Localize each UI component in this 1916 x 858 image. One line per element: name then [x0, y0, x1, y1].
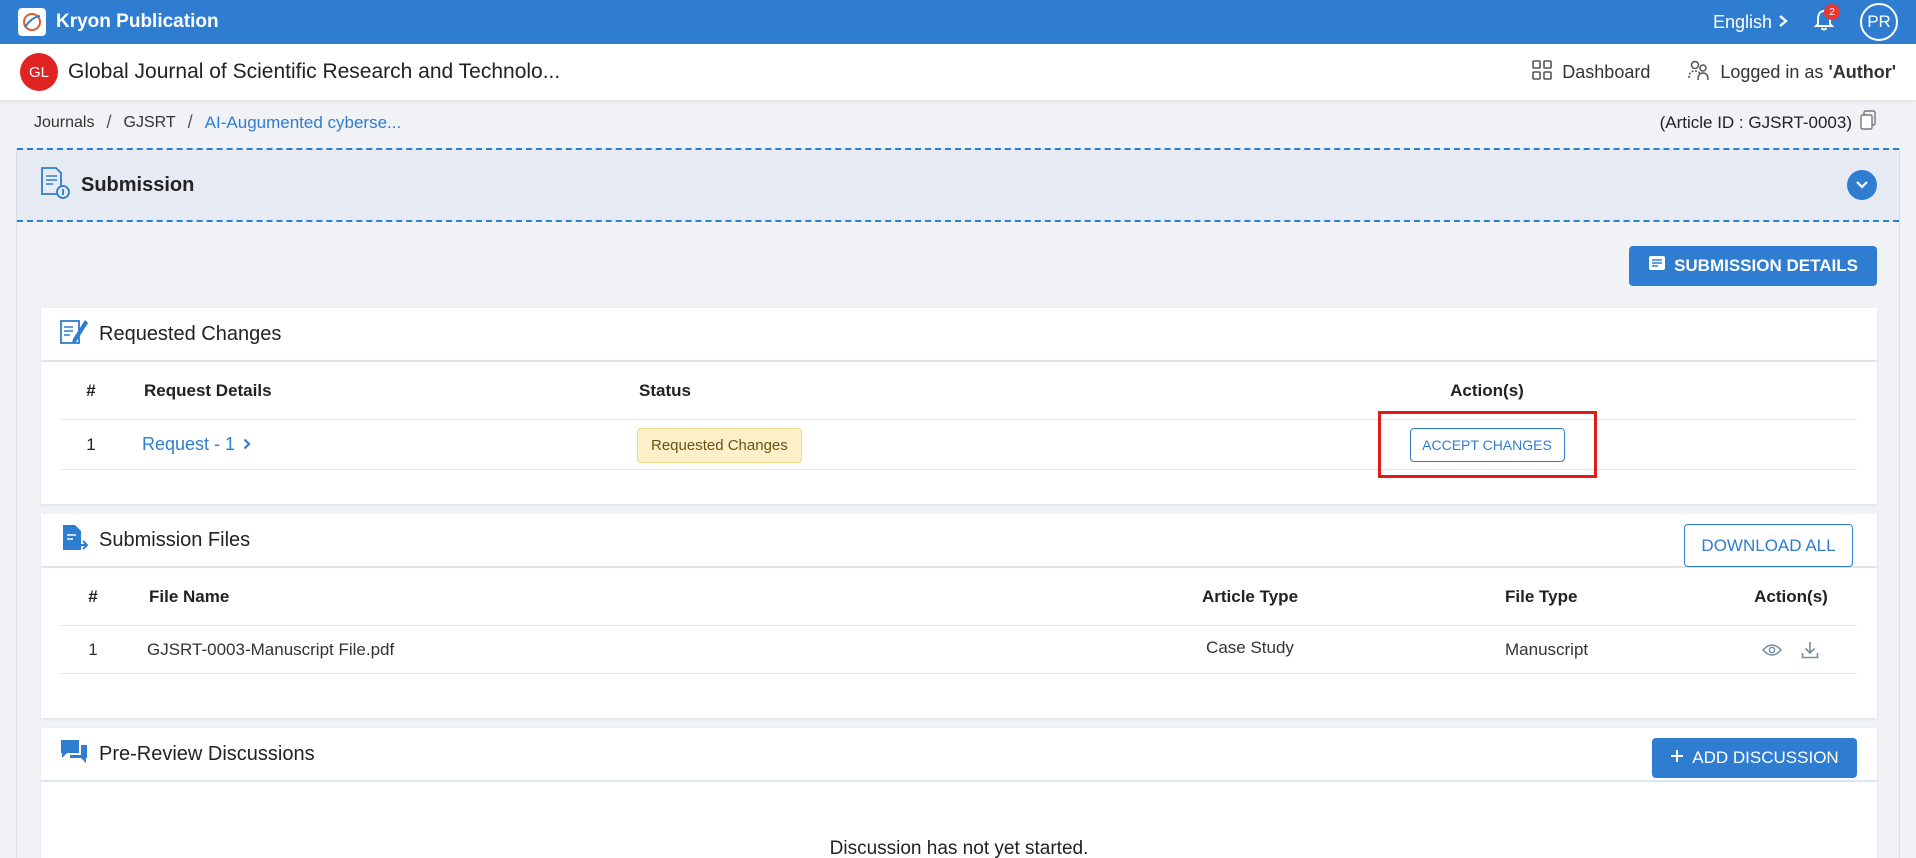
grid-icon: [1532, 59, 1553, 85]
submission-title: Submission: [81, 173, 195, 196]
submission-header[interactable]: Submission: [17, 148, 1899, 222]
notifications-button[interactable]: 2: [1810, 4, 1840, 36]
download-icon[interactable]: [1798, 638, 1822, 662]
table-row: 1 GJSRT-0003-Manuscript File.pdf Case St…: [61, 626, 1857, 674]
message-icon: [1648, 255, 1666, 278]
requested-changes-table: # Request Details Status Action(s) 1 Req…: [61, 362, 1857, 478]
journal-badge: GL: [20, 53, 58, 91]
dashboard-label: Dashboard: [1562, 61, 1651, 82]
pre-review-discussions-card: Pre-Review Discussions ADD DISCUSSION Di…: [41, 728, 1877, 858]
table-row: 1 Request - 1 Requested Changes ACCEPT C…: [61, 411, 1857, 478]
breadcrumb-journals[interactable]: Journals: [34, 114, 94, 132]
notification-badge: 2: [1824, 4, 1840, 20]
file-type: Manuscript: [1505, 639, 1589, 659]
column-header: File Name: [149, 586, 230, 606]
requested-changes-card: Requested Changes # Request Details Stat…: [41, 308, 1877, 504]
dashboard-link[interactable]: Dashboard: [1532, 59, 1651, 85]
breadcrumb-current: AI-Augumented cyberse...: [204, 112, 402, 132]
plus-icon: [1670, 748, 1684, 768]
submission-files-card: Submission Files DOWNLOAD ALL # File Nam…: [41, 514, 1877, 718]
breadcrumb-gjsrt[interactable]: GJSRT: [124, 114, 176, 132]
column-header: #: [86, 380, 96, 400]
request-label: Request - 1: [142, 434, 236, 454]
table-header-row: # File Name Article Type File Type Actio…: [61, 568, 1857, 626]
submission-details-label: SUBMISSION DETAILS: [1674, 256, 1858, 275]
article-type: Case Study: [1206, 637, 1294, 657]
edit-document-icon: [59, 317, 89, 352]
chevron-down-icon[interactable]: [1847, 170, 1877, 200]
column-header: Request Details: [144, 380, 272, 400]
requested-changes-title: Requested Changes: [99, 322, 282, 345]
column-header: Action(s): [1754, 586, 1828, 606]
logged-in-prefix: Logged in as: [1720, 61, 1824, 82]
chevron-right-icon: [243, 434, 251, 455]
breadcrumb: Journals / GJSRT / AI-Augumented cyberse…: [34, 112, 401, 133]
chat-icon: [59, 738, 89, 771]
user-avatar[interactable]: PR: [1860, 3, 1898, 41]
discussions-title: Pre-Review Discussions: [99, 742, 315, 765]
users-icon: [1688, 59, 1710, 86]
row-number: 1: [86, 434, 96, 454]
column-header: Status: [639, 380, 691, 400]
copy-icon[interactable]: [1860, 110, 1876, 135]
app-name: Kryon Publication: [56, 11, 219, 32]
language-label: English: [1712, 11, 1772, 32]
column-header: File Type: [1505, 586, 1578, 606]
file-export-icon: [59, 523, 89, 558]
submission-files-title: Submission Files: [99, 528, 251, 551]
empty-discussions-message: Discussion has not yet started.: [829, 838, 1089, 858]
accept-changes-button[interactable]: ACCEPT CHANGES: [1409, 427, 1565, 462]
breadcrumb-separator: /: [106, 112, 112, 132]
submission-details-button[interactable]: SUBMISSION DETAILS: [1629, 246, 1877, 286]
add-discussion-button[interactable]: ADD DISCUSSION: [1652, 738, 1857, 778]
column-header: Article Type: [1201, 586, 1299, 606]
request-link[interactable]: Request - 1: [142, 434, 635, 455]
eye-icon[interactable]: [1760, 638, 1784, 662]
article-id: (Article ID : GJSRT-0003): [1660, 110, 1876, 135]
breadcrumb-separator: /: [187, 112, 193, 132]
file-name: GJSRT-0003-Manuscript File.pdf: [147, 639, 395, 659]
logged-in-role: 'Author': [1828, 61, 1896, 82]
submission-files-table: # File Name Article Type File Type Actio…: [61, 568, 1857, 674]
logged-in-status: Logged in as 'Author': [1688, 59, 1896, 86]
language-selector[interactable]: English: [1713, 12, 1788, 33]
submission-doc-icon: [39, 166, 71, 205]
brand[interactable]: Kryon Publication: [18, 8, 219, 36]
column-header: Action(s): [1450, 380, 1524, 400]
add-discussion-label: ADD DISCUSSION: [1692, 748, 1839, 767]
journal-title: Global Journal of Scientific Research an…: [68, 60, 561, 83]
article-id-text: (Article ID : GJSRT-0003): [1659, 112, 1852, 132]
app-header: Kryon Publication English 2 PR: [0, 0, 1916, 44]
chevron-right-icon: [1778, 12, 1788, 33]
status-badge: Requested Changes: [637, 427, 802, 463]
download-all-button[interactable]: DOWNLOAD ALL: [1684, 524, 1853, 567]
highlight-box: ACCEPT CHANGES: [1377, 411, 1597, 478]
column-header: #: [88, 586, 98, 606]
submission-panel: Submission SUBMISSION DETAILS Requested …: [16, 148, 1900, 858]
row-number: 1: [88, 639, 98, 659]
kryon-logo-icon: [18, 8, 46, 36]
journal-bar: GL Global Journal of Scientific Research…: [0, 44, 1916, 100]
